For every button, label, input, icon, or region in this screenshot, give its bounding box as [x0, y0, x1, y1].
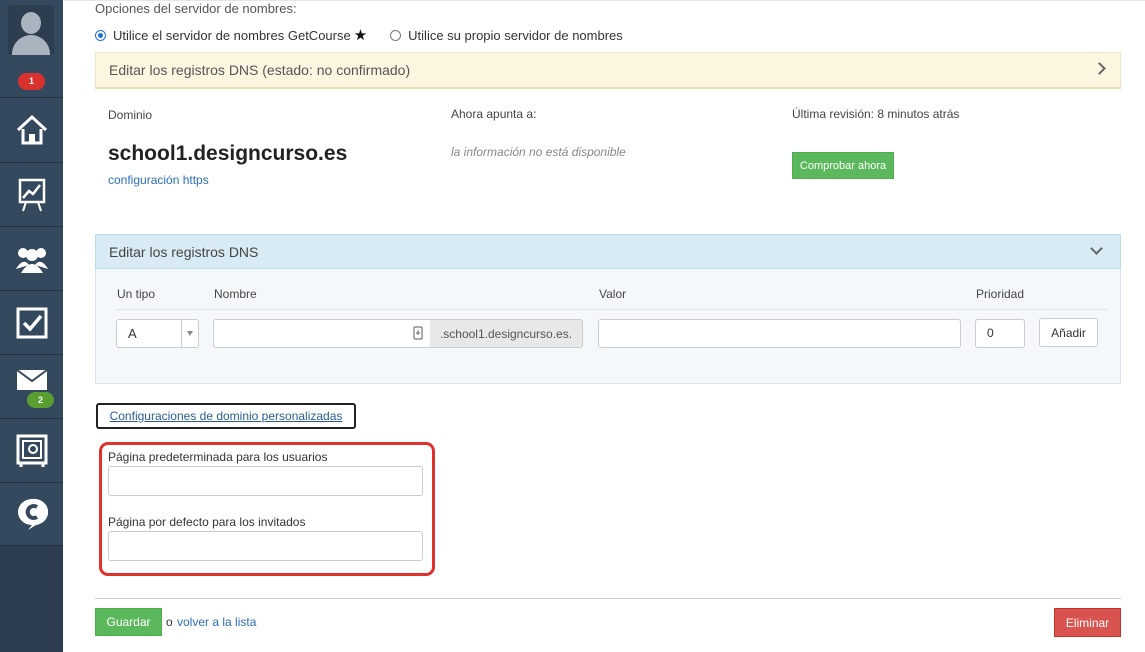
check-now-button[interactable]: Comprobar ahora [792, 152, 894, 179]
radio-getcourse[interactable] [95, 29, 106, 41]
chart-board-icon [18, 178, 45, 211]
header-divider [116, 309, 1107, 310]
custom-settings-link-box[interactable]: Configuraciones de dominio personalizada… [96, 403, 356, 429]
column-priority: Prioridad [976, 287, 1025, 301]
avatar-icon [8, 5, 54, 55]
column-name: Nombre [214, 287, 257, 301]
default-user-page-input[interactable] [108, 466, 423, 496]
home-icon [16, 114, 47, 145]
sidebar-item-users[interactable] [0, 227, 63, 291]
checkbox-icon [16, 307, 47, 338]
domain-suffix: .school1.designcurso.es. [430, 319, 583, 348]
messages-badge[interactable]: 2 [27, 392, 54, 408]
record-name-input[interactable] [213, 319, 431, 348]
sidebar-item-chat[interactable] [0, 483, 63, 546]
mail-icon [15, 368, 48, 390]
back-to-list-link[interactable]: volver a la lista [177, 615, 256, 629]
radio-getcourse-label[interactable]: Utilice el servidor de nombres GetCourse [113, 28, 351, 43]
column-type: Un tipo [117, 287, 156, 301]
points-to-value: la información no está disponible [451, 145, 626, 159]
record-value-input[interactable] [598, 319, 961, 348]
radio-own[interactable] [390, 29, 402, 41]
password-manager-icon[interactable] [413, 326, 423, 340]
dns-edit-panel-header[interactable]: Editar los registros DNS [95, 234, 1121, 269]
dropdown-arrow-icon [187, 331, 193, 336]
save-button[interactable]: Guardar [95, 608, 162, 636]
https-config-link[interactable]: configuración https [108, 173, 209, 187]
custom-settings-link[interactable]: Configuraciones de dominio personalizada… [110, 409, 343, 423]
sidebar: 1 2 [0, 0, 63, 652]
star-icon: ★ [353, 27, 368, 44]
dns-status-title: Editar los registros DNS (estado: no con… [109, 62, 411, 78]
or-text: o [166, 615, 173, 629]
notifications-badge[interactable]: 1 [18, 73, 45, 90]
radio-own-label[interactable]: Utilice su propio servidor de nombres [408, 28, 623, 43]
users-icon [15, 247, 48, 273]
default-guest-page-input[interactable] [108, 531, 423, 561]
sidebar-item-home[interactable] [0, 98, 63, 163]
domain-label: Dominio [108, 108, 153, 122]
default-guest-page-label: Página por defecto para los invitados [108, 515, 306, 529]
chevron-right-icon [1093, 62, 1106, 75]
chevron-down-icon [1090, 242, 1103, 255]
delete-button[interactable]: Eliminar [1054, 608, 1121, 637]
dns-status-panel[interactable]: Editar los registros DNS (estado: no con… [95, 52, 1121, 89]
nameserver-options: Utilice el servidor de nombres GetCourse… [95, 26, 623, 44]
record-type-select[interactable]: A [116, 319, 199, 348]
safe-icon [16, 434, 47, 467]
dns-edit-title: Editar los registros DNS [109, 243, 259, 260]
footer-divider [95, 598, 1121, 599]
default-user-page-label: Página predeterminada para los usuarios [108, 450, 328, 464]
domain-name: school1.designcurso.es [108, 142, 348, 165]
priority-input[interactable]: 0 [975, 319, 1025, 348]
record-type-value: A [128, 326, 137, 341]
nameserver-title: Opciones del servidor de nombres: [95, 1, 297, 16]
sidebar-item-messages[interactable] [0, 355, 63, 419]
sidebar-item-tasks[interactable] [0, 291, 63, 355]
add-record-button[interactable]: Añadir [1039, 318, 1098, 347]
chat-icon [17, 498, 48, 530]
last-revision: Última revisión: 8 minutos atrás [792, 107, 960, 121]
points-to-label: Ahora apunta a: [451, 107, 537, 121]
sidebar-item-safe[interactable] [0, 419, 63, 483]
sidebar-item-statistics[interactable] [0, 163, 63, 227]
column-value: Valor [599, 287, 627, 301]
